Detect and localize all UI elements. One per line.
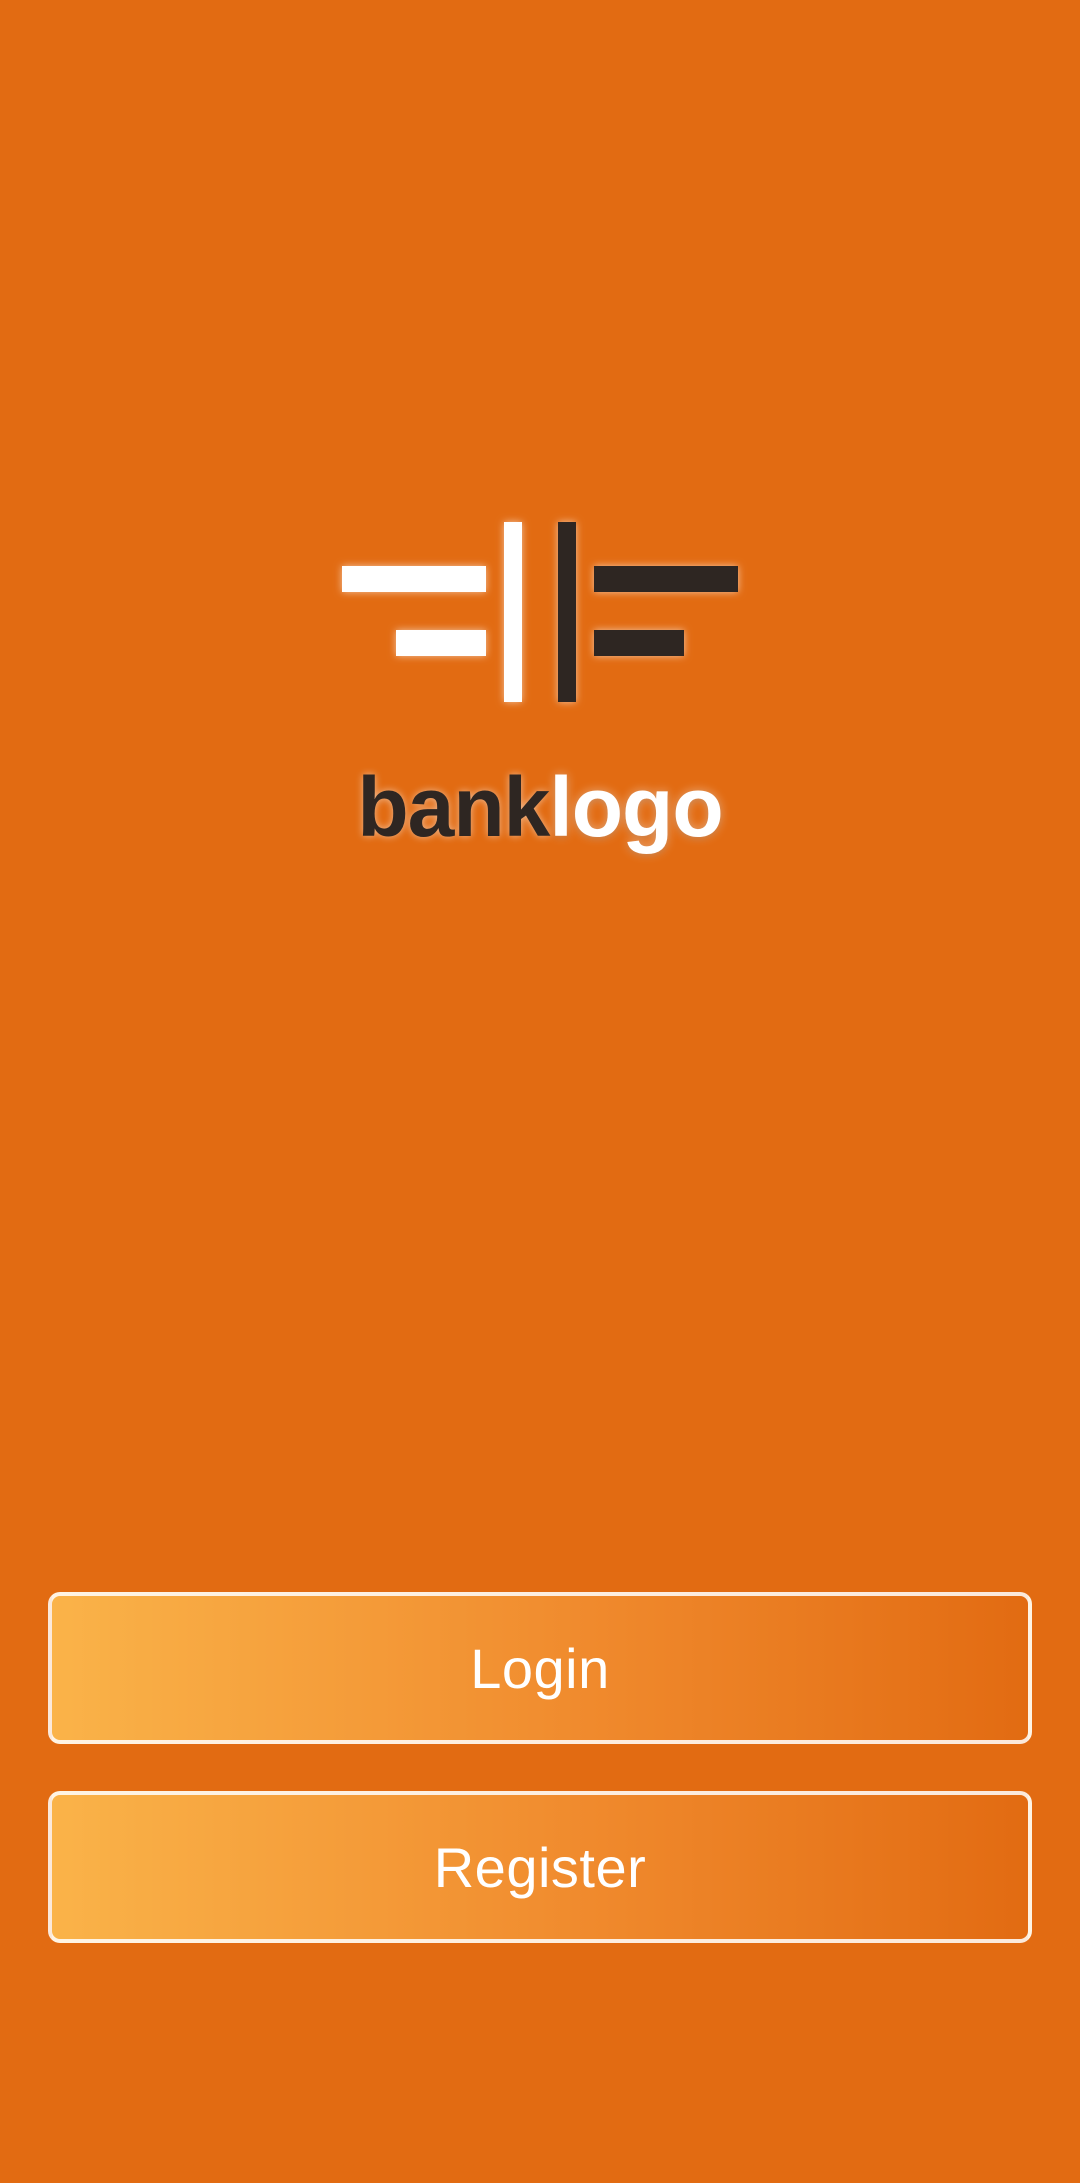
brand-wordmark: banklogo bbox=[0, 765, 1080, 849]
register-button-label: Register bbox=[433, 1835, 647, 1899]
brand-name-dark: bank bbox=[357, 760, 550, 854]
login-button-label: Login bbox=[470, 1636, 610, 1700]
brand-name-light: logo bbox=[549, 760, 723, 854]
login-button[interactable]: Login bbox=[48, 1592, 1032, 1744]
register-button[interactable]: Register bbox=[48, 1791, 1032, 1943]
bank-logo-mark-icon bbox=[340, 520, 740, 705]
welcome-screen: banklogo Login Register bbox=[0, 0, 1080, 2183]
